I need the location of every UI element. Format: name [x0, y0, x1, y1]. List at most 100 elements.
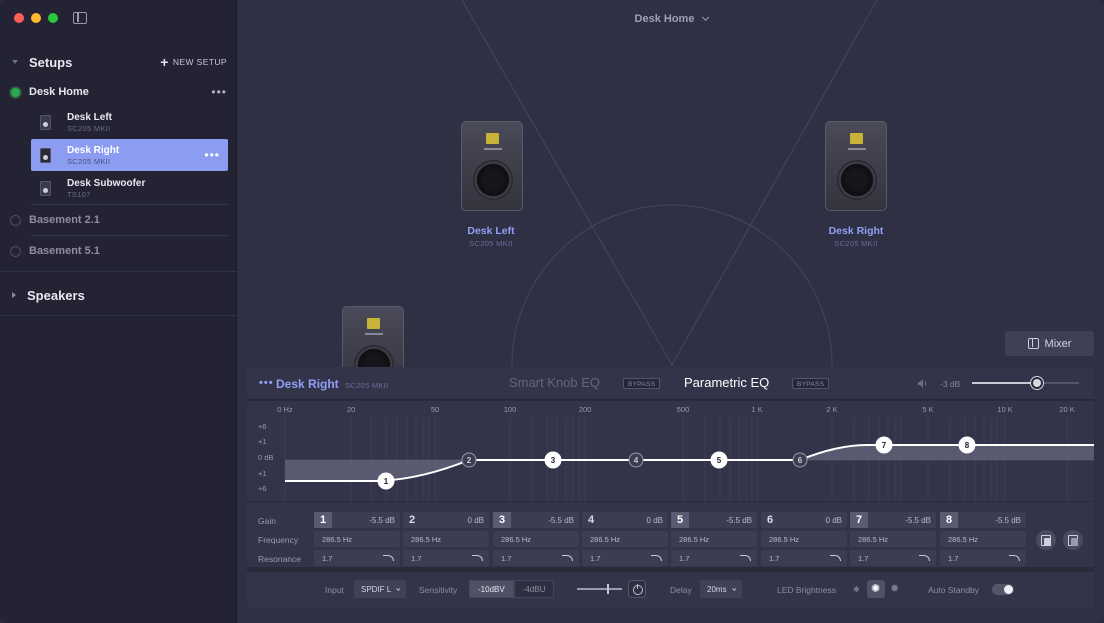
- band-resonance-field[interactable]: 1.7: [850, 550, 936, 566]
- filter-shape-icon[interactable]: [919, 555, 930, 561]
- band-resonance-field[interactable]: 1.7: [582, 550, 668, 566]
- band-resonance-field[interactable]: 1.7: [314, 550, 400, 566]
- power-icon[interactable]: [628, 580, 646, 598]
- band-frequency-field[interactable]: 286.5 Hz: [761, 531, 847, 547]
- band-gain-value: -5.5 dB: [905, 515, 931, 525]
- band-frequency-field[interactable]: 286.5 Hz: [671, 531, 757, 547]
- eq-panel: ••• Desk Right SC205 MKII Smart Knob EQ …: [247, 367, 1094, 607]
- band-gain-field[interactable]: 6 0 dB: [761, 512, 847, 528]
- chevron-down-icon[interactable]: [12, 60, 18, 64]
- setup-item-basement-5-1[interactable]: Basement 5.1: [10, 241, 227, 261]
- tab-smart-knob-eq[interactable]: Smart Knob EQ: [509, 375, 600, 390]
- setup-item-desk-home[interactable]: Desk Home •••: [10, 82, 227, 102]
- band-gain-field[interactable]: 3 -5.5 dB: [493, 512, 579, 528]
- eq-band-node[interactable]: 2: [461, 452, 477, 468]
- band-gain-field[interactable]: 5 -5.5 dB: [671, 512, 757, 528]
- volume-slider-handle[interactable]: [1031, 377, 1044, 389]
- delay-label: Delay: [670, 585, 692, 595]
- sidebar-speaker-desk-right[interactable]: Desk Right SC205 MKII •••: [31, 139, 228, 171]
- band-number[interactable]: 4: [582, 512, 600, 528]
- eq-band-node[interactable]: 1: [377, 472, 395, 490]
- speaker-name: Desk Right: [67, 144, 120, 156]
- filter-shape-icon[interactable]: [562, 555, 573, 561]
- eq-curve-plot[interactable]: +6 +1 0 dB +1 +6 1 2 3 4 5 6 7 8: [247, 417, 1094, 501]
- close-window-button[interactable]: [14, 13, 24, 23]
- eq-band-node[interactable]: 6: [792, 452, 808, 468]
- more-icon[interactable]: •••: [211, 85, 227, 99]
- new-setup-button[interactable]: + NEW SETUP: [160, 55, 227, 69]
- speaker-desk-right[interactable]: [825, 121, 887, 211]
- copy-icon[interactable]: [1036, 530, 1056, 550]
- eq-band-node[interactable]: 7: [875, 436, 893, 454]
- band-resonance-field[interactable]: 1.7: [671, 550, 757, 566]
- eq-band-node-label: 3: [551, 456, 556, 465]
- speakers-header[interactable]: Speakers: [12, 286, 227, 304]
- sun-low-icon[interactable]: ✱: [853, 586, 860, 594]
- band-gain-field[interactable]: 2 0 dB: [403, 512, 489, 528]
- minimize-window-button[interactable]: [31, 13, 41, 23]
- tab-parametric-eq[interactable]: Parametric EQ: [684, 375, 769, 390]
- band-resonance-field[interactable]: 1.7: [940, 550, 1026, 566]
- band-frequency-field[interactable]: 286.5 Hz: [582, 531, 668, 547]
- eq-band-node[interactable]: 8: [958, 436, 976, 454]
- eq-band-5: 5 -5.5 dB 286.5 Hz 1.7: [671, 512, 757, 566]
- auto-standby-toggle[interactable]: [992, 584, 1014, 595]
- band-resonance-field[interactable]: 1.7: [403, 550, 489, 566]
- sun-high-icon[interactable]: ✹: [890, 584, 899, 595]
- paste-icon[interactable]: [1063, 530, 1083, 550]
- filter-shape-icon[interactable]: [383, 555, 394, 561]
- smart-eq-bypass-button[interactable]: BYPASS: [623, 378, 661, 389]
- band-gain-field[interactable]: 4 0 dB: [582, 512, 668, 528]
- filter-shape-icon[interactable]: [1009, 555, 1020, 561]
- band-gain-field[interactable]: 8 -5.5 dB: [940, 512, 1026, 528]
- more-icon[interactable]: •••: [259, 377, 274, 389]
- band-resonance-field[interactable]: 1.7: [761, 550, 847, 566]
- band-number[interactable]: 5: [671, 512, 689, 528]
- volume-slider[interactable]: [972, 377, 1079, 389]
- band-frequency-field[interactable]: 286.5 Hz: [850, 531, 936, 547]
- band-number[interactable]: 1: [314, 512, 332, 528]
- band-frequency-field[interactable]: 286.5 Hz: [403, 531, 489, 547]
- sun-medium-icon[interactable]: ✺: [871, 584, 880, 595]
- delay-select[interactable]: 20ms: [700, 580, 742, 598]
- sensitivity-option-4dbu[interactable]: -4dBU: [513, 580, 555, 598]
- input-select[interactable]: SPDIF L: [354, 580, 407, 598]
- speaker-desk-left[interactable]: [461, 121, 523, 211]
- band-gain-field[interactable]: 1 -5.5 dB: [314, 512, 400, 528]
- band-number[interactable]: 8: [940, 512, 958, 528]
- filter-shape-icon[interactable]: [830, 555, 841, 561]
- tweeter: [367, 318, 380, 329]
- eq-band-node[interactable]: 4: [628, 452, 644, 468]
- band-frequency-field[interactable]: 286.5 Hz: [940, 531, 1026, 547]
- filter-shape-icon[interactable]: [651, 555, 662, 561]
- brand-mark: [365, 333, 383, 335]
- band-frequency-field[interactable]: 286.5 Hz: [493, 531, 579, 547]
- band-number[interactable]: 7: [850, 512, 868, 528]
- zoom-window-button[interactable]: [48, 13, 58, 23]
- chevron-right-icon[interactable]: [12, 292, 16, 298]
- room-title-dropdown[interactable]: Desk Home: [237, 13, 1104, 25]
- band-number[interactable]: 3: [493, 512, 511, 528]
- band-gain-field[interactable]: 7 -5.5 dB: [850, 512, 936, 528]
- sidebar-speaker-desk-subwoofer[interactable]: Desk Subwoofer TS107: [31, 172, 228, 204]
- setup-item-basement-2-1[interactable]: Basement 2.1: [10, 210, 227, 230]
- filter-shape-icon[interactable]: [740, 555, 751, 561]
- eq-band-node-label: 7: [882, 441, 887, 450]
- mixer-label: Mixer: [1044, 337, 1072, 350]
- band-frequency-field[interactable]: 286.5 Hz: [314, 531, 400, 547]
- eq-band-node-label: 5: [717, 456, 722, 465]
- band-number[interactable]: 6: [761, 512, 779, 528]
- more-icon[interactable]: •••: [204, 148, 220, 162]
- eq-band-node[interactable]: 3: [544, 451, 562, 469]
- parametric-eq-bypass-button[interactable]: BYPASS: [792, 378, 830, 389]
- sidebar-speaker-desk-left[interactable]: Desk Left SC205 MKII: [31, 106, 228, 138]
- sidebar-toggle-icon[interactable]: [73, 12, 87, 24]
- sensitivity-slider[interactable]: [577, 584, 622, 594]
- eq-band-node[interactable]: 5: [710, 451, 728, 469]
- filter-shape-icon[interactable]: [472, 555, 483, 561]
- band-number[interactable]: 2: [403, 512, 421, 528]
- band-resonance-field[interactable]: 1.7: [493, 550, 579, 566]
- mixer-button[interactable]: Mixer: [1005, 331, 1094, 356]
- eq-graph[interactable]: +6 +1 0 dB +1 +6 1 2 3 4 5 6 7 8: [247, 417, 1094, 501]
- sensitivity-option-10dbv[interactable]: -10dBV: [469, 580, 514, 598]
